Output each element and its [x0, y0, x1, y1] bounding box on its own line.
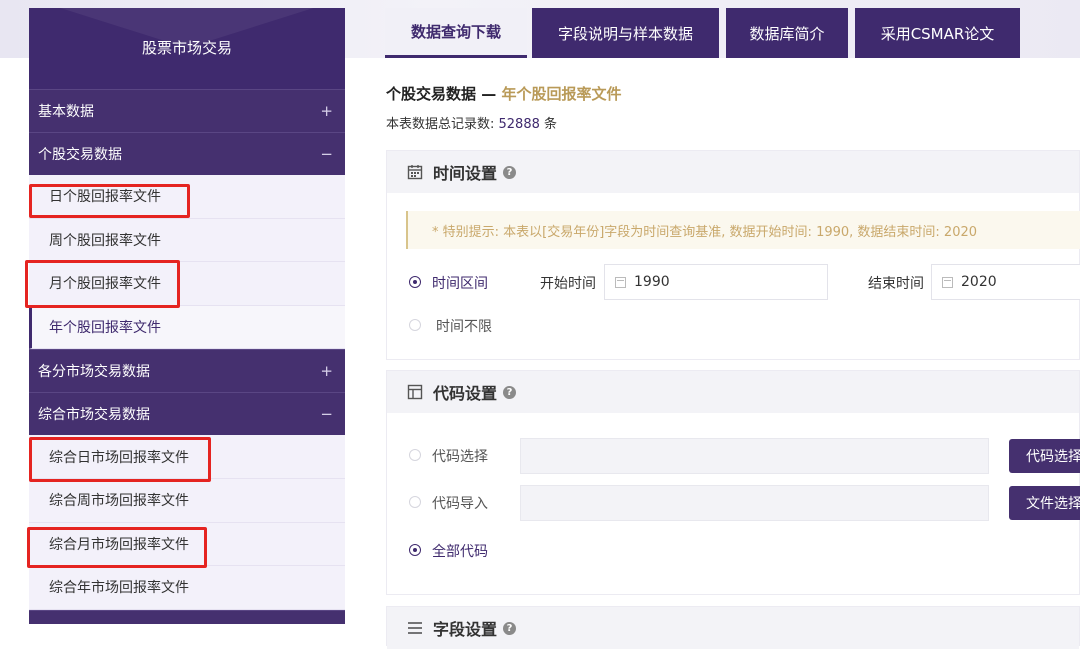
list-icon [407, 620, 423, 636]
tab-data-query[interactable]: 数据查询下载 [385, 8, 527, 58]
sidebar-item-composite-yearly[interactable]: 综合年市场回报率文件 [29, 566, 345, 610]
record-count-unit: 条 [539, 117, 558, 132]
sidebar-item-label: 综合周市场回报率文件 [49, 493, 189, 510]
time-unlimited-radio[interactable] [409, 319, 421, 331]
sidebar-item-weekly-return[interactable]: 周个股回报率文件 [29, 218, 345, 263]
start-time-label: 开始时间 [540, 276, 596, 292]
sidebar-group-basic-data[interactable]: 基本数据 + [29, 89, 345, 132]
end-time-label: 结束时间 [868, 276, 924, 292]
sidebar-item-label: 综合年市场回报率文件 [49, 580, 189, 597]
time-settings-header: 时间设置 ? [387, 151, 1079, 193]
code-select-button-label: 代码选择 [1026, 449, 1080, 465]
end-time-input[interactable]: 2020 [931, 264, 1080, 300]
time-range-radio[interactable] [409, 276, 421, 288]
tab-label: 数据查询下载 [410, 23, 501, 41]
file-select-button-label: 文件选择 [1026, 496, 1080, 512]
page-title-accent: 年个股回报率文件 [501, 85, 622, 103]
collapse-icon: − [320, 145, 333, 163]
calendar-icon [407, 164, 423, 180]
help-icon[interactable]: ? [503, 385, 517, 399]
start-time-input[interactable]: 1990 [604, 264, 828, 300]
record-count: 本表数据总记录数: 52888 条 [386, 113, 557, 132]
code-select-radio[interactable] [409, 449, 421, 461]
code-settings-panel: 代码设置 ? [386, 370, 1080, 595]
code-settings-icon [407, 384, 423, 400]
tab-database-intro[interactable]: 数据库简介 [726, 8, 848, 58]
highlight-box-composite-monthly [27, 527, 207, 568]
field-settings-header: 字段设置 ? [387, 607, 1079, 649]
calendar-icon [615, 276, 626, 288]
sidebar-group-label: 基本数据 [38, 104, 94, 120]
tab-label: 数据库简介 [749, 24, 825, 43]
help-icon[interactable]: ? [503, 165, 517, 179]
sidebar-title-text: 股票市场交易 [141, 39, 232, 57]
start-time-value: 1990 [634, 274, 670, 290]
tab-field-description[interactable]: 字段说明与样本数据 [532, 8, 719, 58]
code-import-input[interactable] [520, 485, 989, 521]
sidebar-title: 股票市场交易 [29, 8, 345, 89]
code-select-button[interactable]: 代码选择 [1009, 439, 1080, 473]
tab-csmar-papers[interactable]: 采用CSMAR论文 [855, 8, 1020, 58]
highlight-box-composite-daily [29, 437, 211, 482]
sidebar-group-label: 综合市场交易数据 [38, 407, 150, 424]
expand-icon: + [320, 362, 333, 381]
field-settings-title: 字段设置 [433, 620, 498, 639]
collapse-icon: − [320, 405, 333, 424]
record-count-value: 52888 [498, 117, 540, 132]
code-select-label[interactable]: 代码选择 [432, 446, 488, 466]
code-settings-title: 代码设置 [433, 384, 498, 403]
tab-label: 采用CSMAR论文 [880, 24, 995, 43]
sidebar-item-label: 周个股回报率文件 [49, 232, 161, 249]
code-select-input[interactable] [520, 438, 989, 474]
sidebar-item-composite-weekly[interactable]: 综合周市场回报率文件 [29, 478, 345, 523]
code-import-label[interactable]: 代码导入 [432, 493, 488, 513]
help-icon[interactable]: ? [503, 621, 517, 635]
file-select-button[interactable]: 文件选择 [1009, 486, 1080, 520]
record-count-label: 本表数据总记录数: [386, 117, 499, 132]
sidebar-group-next[interactable] [29, 609, 345, 624]
sidebar-group-stock-trading[interactable]: 个股交易数据 − [29, 132, 345, 175]
tab-label: 字段说明与样本数据 [557, 24, 693, 43]
code-all-label[interactable]: 全部代码 [432, 541, 488, 561]
expand-icon: + [320, 102, 333, 120]
field-settings-panel: 字段设置 ? [386, 606, 1080, 649]
time-unlimited-label[interactable]: 时间不限 [436, 316, 492, 336]
end-time-value: 2020 [961, 274, 997, 290]
highlight-box-daily [29, 184, 190, 218]
sidebar-item-label: 年个股回报率文件 [49, 320, 161, 337]
time-notice-text: * 特别提示: 本表以[交易年份]字段为时间查询基准, 数据开始时间: 1990… [432, 224, 978, 240]
highlight-box-monthly [25, 260, 180, 308]
calendar-icon [942, 276, 953, 288]
code-import-radio[interactable] [409, 496, 421, 508]
time-range-label[interactable]: 时间区间 [432, 273, 488, 293]
sidebar-item-yearly-return[interactable]: 年个股回报率文件 [29, 305, 345, 350]
time-notice: * 特别提示: 本表以[交易年份]字段为时间查询基准, 数据开始时间: 1990… [406, 211, 1080, 249]
page-title-prefix: 个股交易数据 — [386, 85, 502, 103]
sidebar-group-sub-market[interactable]: 各分市场交易数据 + [29, 349, 345, 393]
sidebar-group-composite-market[interactable]: 综合市场交易数据 − [29, 392, 345, 436]
code-all-radio[interactable] [409, 544, 421, 556]
code-settings-header: 代码设置 ? [387, 371, 1079, 413]
time-settings-title: 时间设置 [433, 164, 498, 183]
sidebar-group-label: 个股交易数据 [38, 147, 122, 163]
page-title: 个股交易数据 — 年个股回报率文件 [386, 83, 621, 104]
sidebar-group-label: 各分市场交易数据 [38, 364, 150, 381]
